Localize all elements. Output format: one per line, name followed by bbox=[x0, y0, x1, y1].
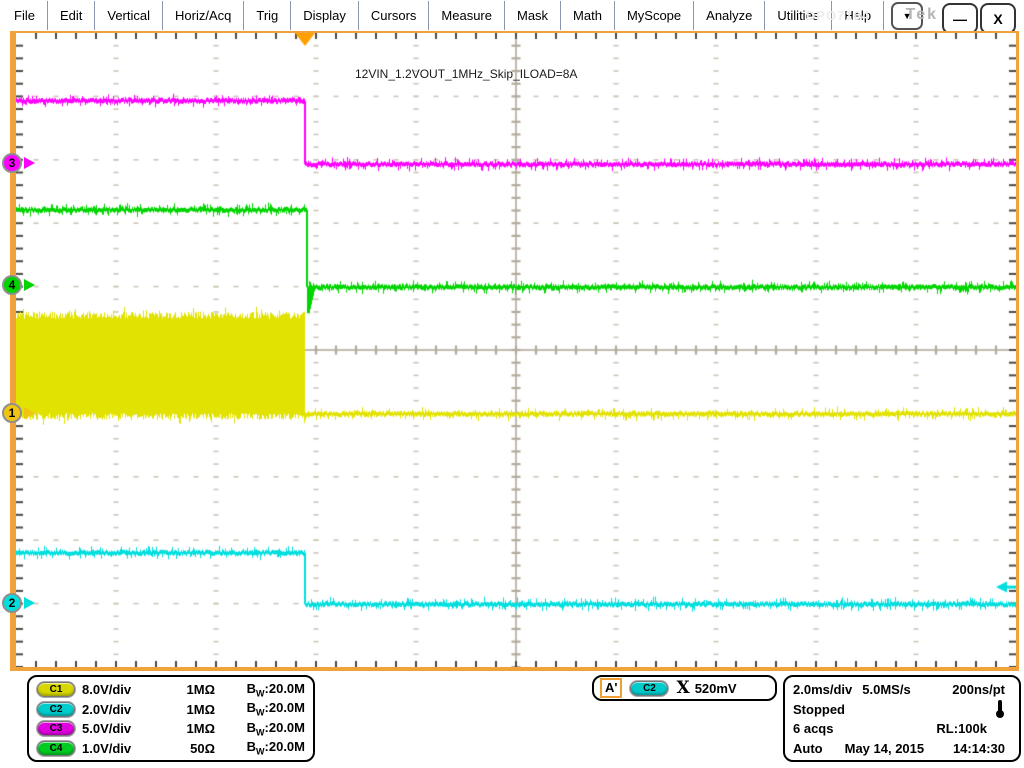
menu-item-trig[interactable]: Trig bbox=[244, 1, 291, 30]
channel-3-pill[interactable]: C3 bbox=[37, 721, 75, 736]
menu-item-mask[interactable]: Mask bbox=[505, 1, 561, 30]
menu-item-horiz-acq[interactable]: Horiz/Acq bbox=[163, 1, 244, 30]
channel-3-arrow-icon bbox=[24, 157, 35, 169]
menu-item-vertical[interactable]: Vertical bbox=[95, 1, 163, 30]
channel-2-marker[interactable]: 2 bbox=[2, 593, 35, 613]
scope-model-label: DPO7104 bbox=[806, 8, 870, 23]
menu-item-display[interactable]: Display bbox=[291, 1, 359, 30]
channel-1-badge: 1 bbox=[2, 403, 22, 423]
waveform-annotation: 12VIN_1.2VOUT_1MHz_Skip_ILOAD=8A bbox=[355, 67, 577, 81]
menu-item-myscope[interactable]: MyScope bbox=[615, 1, 694, 30]
menu-item-measure[interactable]: Measure bbox=[429, 1, 505, 30]
timebase-row: 2.0ms/div 5.0MS/s 200ns/pt bbox=[793, 680, 1005, 700]
channel-1-readout-row[interactable]: C1 8.0V/div 1MΩ BW:20.0M bbox=[37, 680, 305, 700]
channel-3-readout-row[interactable]: C3 5.0V/div 1MΩ BW:20.0M bbox=[37, 719, 305, 739]
channel-1-arrow-icon bbox=[24, 407, 35, 419]
sample-rate-value: 5.0MS/s bbox=[862, 682, 910, 697]
trigger-crossing-icon: X bbox=[676, 678, 689, 698]
acq-state-value: Stopped bbox=[793, 702, 845, 717]
menu-bar: File Edit Vertical Horiz/Acq Trig Displa… bbox=[0, 0, 1024, 31]
record-length-value: RL:100k bbox=[936, 721, 987, 736]
channel-2-arrow-icon bbox=[24, 597, 35, 609]
horizontal-status-panel[interactable]: 2.0ms/div 5.0MS/s 200ns/pt Stopped 6 acq… bbox=[783, 675, 1021, 762]
channel-3-scale: 5.0V/div bbox=[82, 721, 131, 736]
channel-4-bandwidth: BW:20.0M bbox=[215, 739, 305, 757]
channel-2-badge: 2 bbox=[2, 593, 22, 613]
tek-logo: Tek bbox=[906, 6, 938, 24]
waveform-display-frame: 12VIN_1.2VOUT_1MHz_Skip_ILOAD=8A 3 4 1 2 bbox=[10, 31, 1019, 671]
acq-state-row: Stopped bbox=[793, 700, 1005, 720]
timebase-value: 2.0ms/div bbox=[793, 682, 852, 697]
menu-item-analyze[interactable]: Analyze bbox=[694, 1, 765, 30]
trigger-mode-value: Auto bbox=[793, 741, 823, 756]
menu-item-edit[interactable]: Edit bbox=[48, 1, 95, 30]
acq-count-row: 6 acqs RL:100k bbox=[793, 719, 1005, 739]
waveform-canvas[interactable] bbox=[16, 33, 1016, 667]
channel-1-impedance: 1MΩ bbox=[175, 682, 215, 697]
channel-2-impedance: 1MΩ bbox=[175, 702, 215, 717]
channel-3-badge: 3 bbox=[2, 153, 22, 173]
resolution-value: 200ns/pt bbox=[952, 682, 1005, 697]
channel-1-scale: 8.0V/div bbox=[82, 682, 131, 697]
menu-item-math[interactable]: Math bbox=[561, 1, 615, 30]
trigger-source-pill[interactable]: C2 bbox=[630, 681, 668, 696]
channel-4-readout-row[interactable]: C4 1.0V/div 50Ω BW:20.0M bbox=[37, 739, 305, 759]
minimize-button[interactable]: — bbox=[942, 3, 978, 34]
channel-1-pill[interactable]: C1 bbox=[37, 682, 75, 697]
channel-3-impedance: 1MΩ bbox=[175, 721, 215, 736]
channel-4-impedance: 50Ω bbox=[175, 741, 215, 756]
readout-bar: C1 8.0V/div 1MΩ BW:20.0M C2 2.0V/div 1MΩ… bbox=[0, 671, 1024, 768]
channel-1-bandwidth: BW:20.0M bbox=[215, 681, 305, 699]
trigger-level-value: 520mV bbox=[695, 681, 737, 696]
channel-2-bandwidth: BW:20.0M bbox=[215, 700, 305, 718]
datetime-row: Auto May 14, 2015 14:14:30 bbox=[793, 739, 1005, 759]
close-button[interactable]: X bbox=[980, 3, 1016, 34]
menu-item-file[interactable]: File bbox=[0, 1, 48, 30]
channel-3-bandwidth: BW:20.0M bbox=[215, 720, 305, 738]
date-value: May 14, 2015 bbox=[845, 741, 925, 756]
channel-readout-panel: C1 8.0V/div 1MΩ BW:20.0M C2 2.0V/div 1MΩ… bbox=[27, 675, 315, 762]
acq-count-value: 6 acqs bbox=[793, 721, 833, 736]
time-value: 14:14:30 bbox=[953, 741, 1005, 756]
channel-4-arrow-icon bbox=[24, 279, 35, 291]
thermometer-icon bbox=[995, 700, 1005, 718]
menu-item-cursors[interactable]: Cursors bbox=[359, 1, 430, 30]
trigger-a-badge[interactable]: A' bbox=[600, 678, 622, 698]
channel-4-pill[interactable]: C4 bbox=[37, 741, 75, 756]
channel-4-scale: 1.0V/div bbox=[82, 741, 131, 756]
channel-4-badge: 4 bbox=[2, 275, 22, 295]
channel-1-marker[interactable]: 1 bbox=[2, 403, 35, 423]
channel-2-scale: 2.0V/div bbox=[82, 702, 131, 717]
channel-3-marker[interactable]: 3 bbox=[2, 153, 35, 173]
channel-2-readout-row[interactable]: C2 2.0V/div 1MΩ BW:20.0M bbox=[37, 700, 305, 720]
channel-4-marker[interactable]: 4 bbox=[2, 275, 35, 295]
channel-2-pill[interactable]: C2 bbox=[37, 702, 75, 717]
trigger-readout-panel[interactable]: A' C2 X 520mV bbox=[592, 675, 777, 701]
